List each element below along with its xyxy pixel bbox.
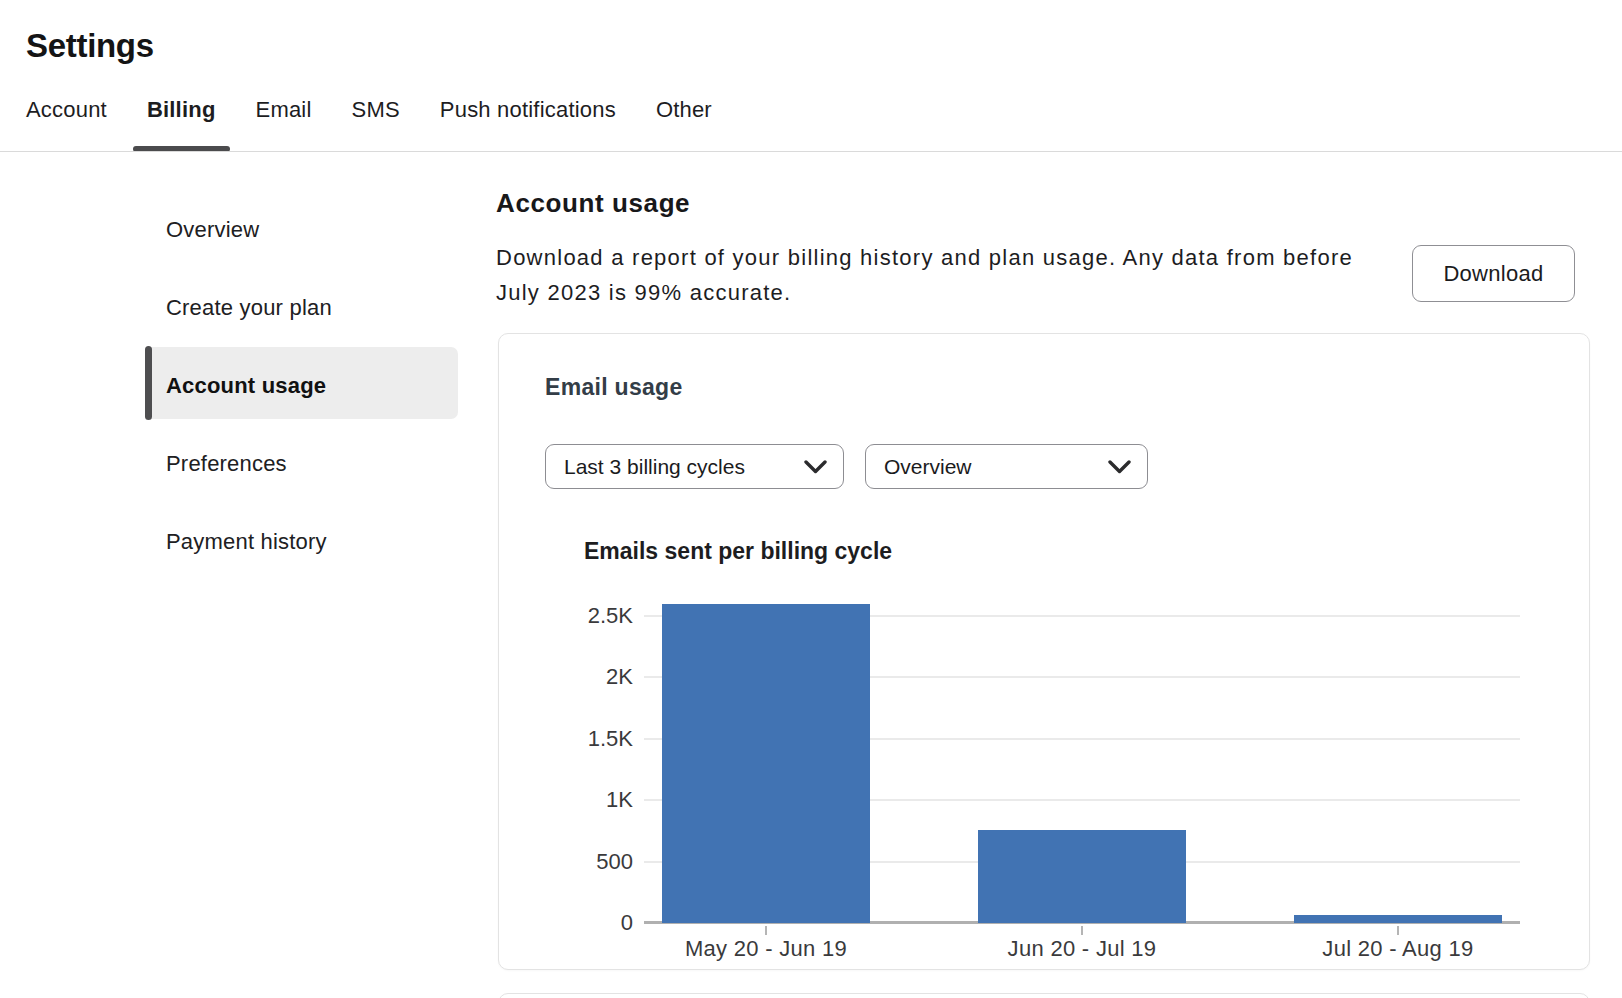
- x-axis-label: Jun 20 - Jul 19: [922, 935, 1242, 963]
- sidebar-item-payment-history[interactable]: Payment history: [166, 528, 327, 556]
- y-axis-label: 2.5K: [499, 602, 633, 630]
- y-axis-label: 2K: [499, 663, 633, 691]
- tab-sms[interactable]: SMS: [352, 96, 400, 124]
- email-usage-chart: Emails sent per billing cycle 0 500 1K 1.5K…: [499, 334, 1591, 971]
- email-usage-card: Email usage Last 3 billing cycles Overvi…: [498, 333, 1590, 970]
- description-line-1: Download a report of your billing histor…: [496, 240, 1353, 275]
- section-description: Download a report of your billing histor…: [496, 240, 1353, 310]
- y-axis-label: 500: [499, 848, 633, 876]
- section-heading: Account usage: [496, 188, 690, 219]
- tab-account[interactable]: Account: [26, 96, 107, 124]
- sidebar: Overview Create your plan Account usage …: [0, 152, 480, 998]
- y-axis-label: 0: [499, 909, 633, 937]
- tab-email[interactable]: Email: [256, 96, 312, 124]
- sidebar-active-indicator: [145, 346, 152, 420]
- tab-other[interactable]: Other: [656, 96, 712, 124]
- chart-bar: [662, 604, 870, 923]
- tab-push-notifications[interactable]: Push notifications: [440, 96, 616, 124]
- tab-billing[interactable]: Billing: [147, 96, 216, 124]
- y-axis-label: 1K: [499, 786, 633, 814]
- sidebar-item-account-usage[interactable]: Account usage: [166, 372, 326, 400]
- x-axis-tick: [1081, 926, 1083, 935]
- download-button[interactable]: Download: [1412, 245, 1575, 302]
- chart-bar: [1294, 915, 1502, 923]
- description-line-2: July 2023 is 99% accurate.: [496, 275, 1353, 310]
- sidebar-item-create-your-plan[interactable]: Create your plan: [166, 294, 332, 322]
- sidebar-item-preferences[interactable]: Preferences: [166, 450, 287, 478]
- chart-bar: [978, 830, 1186, 923]
- x-axis-label: Jul 20 - Aug 19: [1238, 935, 1558, 963]
- next-card: [498, 993, 1590, 998]
- settings-page: Settings Account Billing Email SMS Push …: [0, 0, 1622, 998]
- tab-bar: Account Billing Email SMS Push notificat…: [26, 96, 712, 124]
- x-axis-tick: [765, 926, 767, 935]
- sidebar-item-overview[interactable]: Overview: [166, 216, 259, 244]
- chart-title: Emails sent per billing cycle: [584, 538, 892, 565]
- x-axis-tick: [1397, 926, 1399, 935]
- x-axis-label: May 20 - Jun 19: [606, 935, 926, 963]
- page-title: Settings: [26, 27, 154, 65]
- main-content: Account usage Download a report of your …: [496, 152, 1622, 998]
- y-axis-label: 1.5K: [499, 725, 633, 753]
